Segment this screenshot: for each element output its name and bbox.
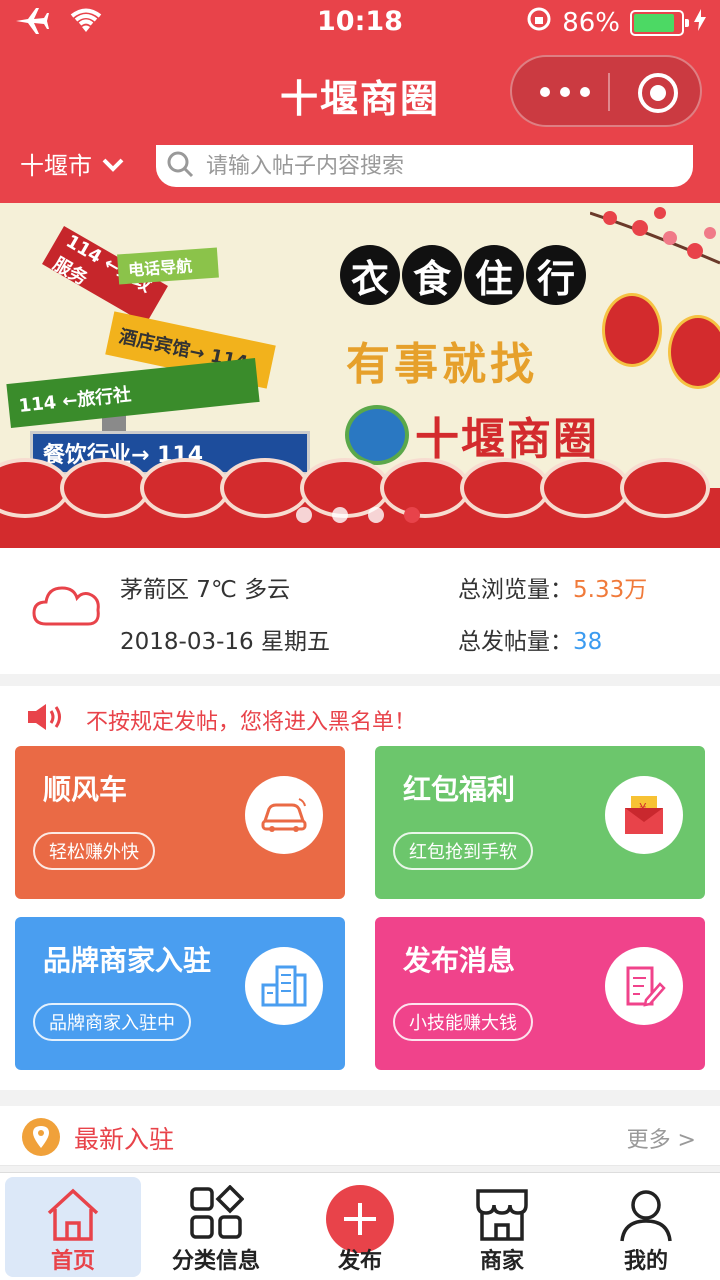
card-title: 品牌商家入驻 — [43, 944, 212, 977]
red-envelope-icon: ¥ — [605, 776, 683, 854]
card-brand-merchant[interactable]: 品牌商家入驻 品牌商家入驻中 — [15, 917, 345, 1070]
search-input[interactable] — [206, 153, 686, 179]
tab-profile[interactable]: 我的 — [578, 1177, 714, 1277]
slogan-char: 行 — [526, 245, 586, 305]
promo-banner[interactable]: 114 ←家政服务 电话导航 酒店宾馆→ 114 114 ←旅行社 餐饮行业→ … — [0, 203, 720, 548]
tab-categories[interactable]: 分类信息 — [148, 1177, 284, 1277]
card-tag[interactable]: 轻松赚外快 — [33, 832, 155, 870]
tab-label: 首页 — [50, 1249, 95, 1274]
app-header: 10:18 86% 十堰商圈 十堰市 — [0, 0, 720, 203]
home-icon — [47, 1188, 99, 1241]
status-bar: 10:18 86% — [0, 0, 720, 46]
carousel-dot[interactable] — [332, 507, 348, 523]
wave-shape — [540, 458, 630, 518]
building-icon — [245, 947, 323, 1025]
date-text: 2018-03-16 星期五 — [120, 629, 330, 655]
card-carpool[interactable]: 顺风车 轻松赚外快 — [15, 746, 345, 899]
card-red-envelope[interactable]: 红包福利 红包抢到手软 ¥ — [375, 746, 705, 899]
carousel-dot-active[interactable] — [404, 507, 420, 523]
latest-joined-header: 最新入驻 更多 > — [0, 1106, 720, 1166]
tab-label: 我的 — [623, 1249, 668, 1274]
location-pin-icon — [22, 1118, 60, 1156]
card-tag[interactable]: 小技能赚大钱 — [393, 1003, 533, 1041]
views-stat: 总浏览量：5.33万 — [458, 570, 647, 604]
rotation-lock-icon — [526, 6, 552, 39]
tab-merchants[interactable]: 商家 — [434, 1177, 570, 1277]
more-options-icon[interactable] — [540, 77, 590, 107]
charging-icon — [694, 8, 706, 38]
card-title: 顺风车 — [43, 773, 128, 806]
posts-stat: 总发帖量：38 — [458, 622, 602, 656]
posts-value: 38 — [573, 629, 603, 655]
carousel-dot[interactable] — [296, 507, 312, 523]
card-publish-message[interactable]: 发布消息 小技能赚大钱 — [375, 917, 705, 1070]
search-bar[interactable] — [156, 145, 693, 187]
notice-text: 不按规定发帖，您将进入黑名单！ — [86, 710, 417, 735]
battery-icon — [630, 9, 689, 36]
carousel-indicator — [296, 507, 420, 523]
cloud-icon — [32, 578, 102, 632]
city-label: 十堰市 — [20, 152, 92, 180]
plum-blossom-decoration — [590, 207, 720, 265]
wave-shape — [620, 458, 710, 518]
banner-slogan-1: 衣 食 住 行 — [340, 245, 586, 305]
notice-bar: 不按规定发帖，您将进入黑名单！ — [26, 702, 416, 738]
sign-green: 114 ←旅行社 — [6, 358, 260, 428]
tab-publish[interactable]: 发布 — [292, 1177, 428, 1277]
close-target-icon[interactable] — [638, 73, 678, 113]
grid-icon — [190, 1185, 244, 1239]
banner-slogan-2: 有事就找 — [346, 339, 538, 390]
card-title: 发布消息 — [403, 944, 516, 977]
views-label: 总浏览量： — [458, 577, 573, 603]
card-tag[interactable]: 红包抢到手软 — [393, 832, 533, 870]
bottom-tab-bar: 首页 分类信息 发布 商家 我的 — [0, 1172, 720, 1280]
edit-document-icon — [605, 947, 683, 1025]
chevron-down-icon — [102, 150, 124, 178]
slogan-char: 食 — [402, 245, 462, 305]
tab-label: 发布 — [337, 1249, 382, 1274]
carousel-dot[interactable] — [368, 507, 384, 523]
brand-logo-icon — [345, 405, 409, 465]
tab-label: 商家 — [479, 1249, 524, 1274]
info-panel: 茅箭区 7℃ 多云 2018-03-16 星期五 总浏览量：5.33万 总发帖量… — [0, 548, 720, 674]
card-tag[interactable]: 品牌商家入驻中 — [33, 1003, 191, 1041]
shop-icon — [476, 1189, 528, 1241]
search-icon — [166, 150, 194, 182]
wave-shape — [60, 458, 150, 518]
card-title: 红包福利 — [403, 773, 516, 806]
battery-percent: 86% — [562, 7, 620, 38]
tab-home[interactable]: 首页 — [5, 1177, 141, 1277]
posts-label: 总发帖量： — [458, 629, 573, 655]
views-value: 5.33万 — [573, 577, 648, 603]
slogan-char: 住 — [464, 245, 524, 305]
lantern-icon — [602, 293, 662, 367]
speaker-icon — [26, 702, 66, 738]
lantern-icon — [668, 315, 720, 389]
more-link[interactable]: 更多 > — [627, 1122, 696, 1154]
city-selector[interactable]: 十堰市 — [20, 146, 124, 181]
sign-lime: 电话导航 — [117, 247, 219, 285]
wave-shape — [140, 458, 230, 518]
car-icon — [245, 776, 323, 854]
user-icon — [620, 1190, 672, 1242]
latest-title: 最新入驻 — [74, 1125, 175, 1154]
slogan-char: 衣 — [340, 245, 400, 305]
banner-brand: 十堰商圈 — [345, 403, 599, 467]
capsule-divider — [608, 73, 610, 111]
wave-shape — [460, 458, 550, 518]
tab-label: 分类信息 — [171, 1249, 260, 1274]
mini-program-capsule — [510, 55, 702, 127]
feature-section: 不按规定发帖，您将进入黑名单！ 顺风车 轻松赚外快 红包福利 红包抢到手软 ¥ … — [0, 686, 720, 1090]
weather-text: 茅箭区 7℃ 多云 — [120, 577, 291, 603]
